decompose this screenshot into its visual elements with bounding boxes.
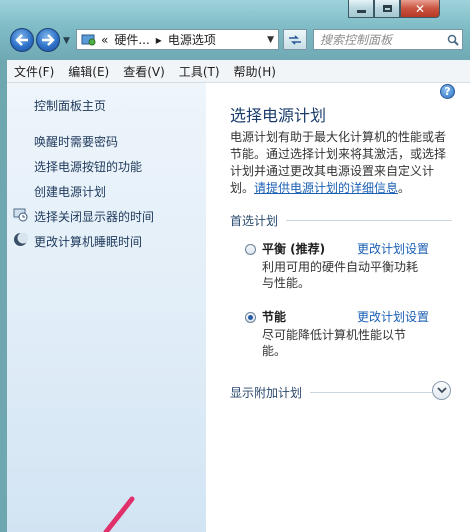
address-bar[interactable]: « 硬件... ▸ 电源选项 ▼ xyxy=(76,29,279,50)
plan-balanced-desc-line2: 与性能。 xyxy=(262,276,311,290)
annotation-arrow-icon xyxy=(103,496,135,532)
address-overflow[interactable]: « xyxy=(101,33,108,47)
close-button[interactable]: ✕ xyxy=(400,0,440,18)
menu-file[interactable]: 文件(F) xyxy=(7,63,61,80)
menu-tools[interactable]: 工具(T) xyxy=(172,63,227,80)
maximize-button[interactable] xyxy=(374,0,400,18)
back-arrow-icon xyxy=(15,34,28,46)
caption-buttons: ✕ xyxy=(348,0,440,18)
preferred-plans-label: 首选计划 xyxy=(230,214,279,228)
back-button[interactable] xyxy=(10,28,34,52)
chevron-down-icon xyxy=(436,387,447,394)
plan-power-saver-name[interactable]: 节能 xyxy=(262,308,286,325)
description-suffix: 。 xyxy=(398,181,411,195)
sidebar-item-wake-password[interactable]: 唤醒时需要密码 xyxy=(34,133,118,150)
plan-description: 电源计划有助于最大化计算机的性能或者节能。通过选择计划来将其激活，或选择计划并通… xyxy=(230,129,450,197)
plan-balanced-desc-line1: 利用可用的硬件自动平衡功耗 xyxy=(262,260,419,274)
plan-power-saver-description: 尽可能降低计算机性能以节 能。 xyxy=(262,327,432,359)
sidebar-item-control-panel-home[interactable]: 控制面板主页 xyxy=(34,97,106,114)
control-panel-icon xyxy=(81,34,96,45)
plan-balanced-description: 利用可用的硬件自动平衡功耗 与性能。 xyxy=(262,259,432,291)
chevron-down-icon[interactable]: ▼ xyxy=(267,35,274,45)
additional-plans-label[interactable]: 显示附加计划 xyxy=(230,384,302,401)
plan-balanced-name[interactable]: 平衡 (推荐) xyxy=(262,240,325,257)
search-input[interactable]: 搜索控制面板 xyxy=(314,31,444,48)
additional-plans-header[interactable]: 显示附加计划 xyxy=(230,384,433,401)
preferred-plans-header: 首选计划 xyxy=(230,212,453,229)
minimize-icon xyxy=(356,10,366,13)
radio-balanced[interactable] xyxy=(245,244,256,255)
breadcrumb-power-options[interactable]: 电源选项 xyxy=(168,31,216,48)
forward-button[interactable] xyxy=(36,28,60,52)
section-divider xyxy=(310,392,433,393)
close-icon: ✕ xyxy=(414,1,426,16)
search-box[interactable]: 搜索控制面板 xyxy=(313,29,463,50)
plan-details-link[interactable]: 请提供电源计划的详细信息 xyxy=(254,181,398,195)
sidebar-item-sleep-time[interactable]: 更改计算机睡眠时间 xyxy=(34,233,142,250)
sidebar-item-power-buttons[interactable]: 选择电源按钮的功能 xyxy=(34,158,142,175)
plan-power-saver-change-link[interactable]: 更改计划设置 xyxy=(357,308,429,325)
refresh-button[interactable] xyxy=(283,29,307,50)
plan-balanced-change-link[interactable]: 更改计划设置 xyxy=(357,240,429,257)
recent-pages-dropdown[interactable]: ▼ xyxy=(63,36,70,46)
search-icon[interactable] xyxy=(444,34,462,46)
menu-bar: 文件(F) 编辑(E) 查看(V) 工具(T) 帮助(H) xyxy=(7,60,470,83)
page-title: 选择电源计划 xyxy=(230,106,327,125)
minimize-button[interactable] xyxy=(348,0,374,18)
forward-arrow-icon xyxy=(42,34,55,46)
menu-help[interactable]: 帮助(H) xyxy=(227,63,283,80)
refresh-icon xyxy=(289,34,301,45)
moon-icon xyxy=(14,232,28,246)
menu-view[interactable]: 查看(V) xyxy=(116,63,172,80)
section-divider xyxy=(286,220,453,221)
sidebar-item-create-plan[interactable]: 创建电源计划 xyxy=(34,183,106,200)
plan-power-saver-desc-line1: 尽可能降低计算机性能以节 xyxy=(262,328,407,342)
sidebar-item-display-off-time[interactable]: 选择关闭显示器的时间 xyxy=(34,208,154,225)
plan-power-saver-desc-line2: 能。 xyxy=(262,344,287,358)
maximize-icon xyxy=(382,5,392,12)
breadcrumb-separator[interactable]: ▸ xyxy=(156,33,162,47)
expand-button[interactable] xyxy=(432,381,451,400)
breadcrumb-hardware[interactable]: 硬件... xyxy=(114,31,149,48)
menu-edit[interactable]: 编辑(E) xyxy=(61,63,116,80)
help-icon[interactable]: ? xyxy=(440,84,455,99)
monitor-clock-icon xyxy=(13,208,28,222)
task-pane: 控制面板主页 唤醒时需要密码 选择电源按钮的功能 创建电源计划 选择关闭显示器的… xyxy=(7,83,206,532)
radio-power-saver[interactable] xyxy=(245,312,256,323)
